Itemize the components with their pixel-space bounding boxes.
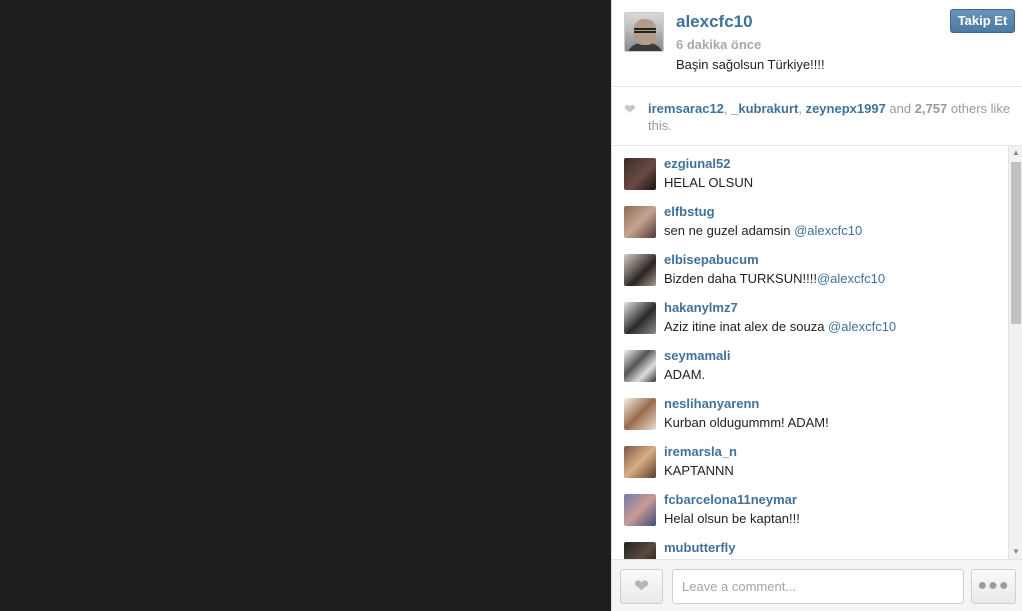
- comment-body: sen ne guzel adamsin: [664, 223, 795, 238]
- commenter-username-link[interactable]: ezgiunal52: [664, 156, 730, 171]
- comment-body: Helal olsun be kaptan!!!: [664, 511, 800, 526]
- comment-text: HELAL OLSUN: [664, 175, 757, 190]
- photo-media-area[interactable]: [0, 0, 611, 611]
- commenter-avatar[interactable]: [624, 494, 656, 526]
- commenter-username-link[interactable]: seymamali: [664, 348, 731, 363]
- likes-text: iremsarac12, _kubrakurt, zeynepx1997 and…: [648, 100, 1013, 134]
- comment-text: ADAM.: [664, 367, 705, 382]
- commenter-avatar[interactable]: [624, 158, 656, 190]
- commenter-username-link[interactable]: iremarsla_n: [664, 444, 737, 459]
- commenter-username-link[interactable]: mubutterfly: [664, 540, 736, 555]
- comment-item: mubutterfly: [624, 530, 1004, 559]
- comment-body: Bizden daha TURKSUN!!!!: [664, 271, 817, 286]
- comment-text: Helal olsun be kaptan!!!: [664, 511, 800, 526]
- arrow-up-icon[interactable]: ▲: [1009, 146, 1022, 160]
- comment-body: Aziz itine inat alex de souza: [664, 319, 829, 334]
- commenter-username-link[interactable]: hakanylmz7: [664, 300, 738, 315]
- avatar-glasses: [634, 28, 656, 33]
- comments-scrollbar[interactable]: ▲ ▼: [1008, 146, 1022, 559]
- follow-button[interactable]: Takip Et: [950, 9, 1015, 33]
- post-header: alexcfc10 6 dakika önce Başin sağolsun T…: [612, 0, 1022, 87]
- comment-text: sen ne guzel adamsin @alexcfc10: [664, 223, 862, 238]
- comment-item: iremarsla_n KAPTANNN: [624, 434, 1004, 482]
- heart-icon: ❤: [633, 576, 650, 596]
- comment-item: elbisepabucum Bizden daha TURKSUN!!!!@al…: [624, 242, 1004, 290]
- scrollbar-thumb[interactable]: [1011, 162, 1021, 324]
- comment-item: hakanylmz7 Aziz itine inat alex de souza…: [624, 290, 1004, 338]
- comment-text: Aziz itine inat alex de souza @alexcfc10: [664, 319, 896, 334]
- commenter-username-link[interactable]: neslihanyarenn: [664, 396, 759, 411]
- comment-item: fcbarcelona11neymar Helal olsun be kapta…: [624, 482, 1004, 530]
- commenter-username-link[interactable]: elbisepabucum: [664, 252, 759, 267]
- comment-text: Bizden daha TURKSUN!!!!@alexcfc10: [664, 271, 885, 286]
- comment-item: elfbstug sen ne guzel adamsin @alexcfc10: [624, 194, 1004, 242]
- more-options-button[interactable]: ●●●: [971, 569, 1016, 604]
- commenter-username-link[interactable]: elfbstug: [664, 204, 715, 219]
- heart-icon: ❤: [624, 101, 636, 117]
- comment-body: HELAL OLSUN: [664, 175, 757, 190]
- like-button[interactable]: ❤: [620, 569, 663, 604]
- owner-avatar[interactable]: [624, 12, 664, 52]
- comment-mention-link[interactable]: @alexcfc10: [817, 271, 885, 286]
- likes-count[interactable]: 2,757: [915, 101, 948, 116]
- post-timestamp[interactable]: 6 dakika önce: [676, 37, 761, 52]
- post-caption: Başin sağolsun Türkiye!!!!: [676, 57, 829, 72]
- comment-text: KAPTANNN: [664, 463, 734, 478]
- likes-summary: ❤ iremsarac12, _kubrakurt, zeynepx1997 a…: [612, 88, 1022, 146]
- comments-list: ezgiunal52 HELAL OLSUN elfbstug sen ne g…: [612, 146, 1022, 559]
- likes-separator: ,: [798, 101, 806, 116]
- comment-footer: ❤ ●●●: [612, 559, 1022, 611]
- comment-item: ezgiunal52 HELAL OLSUN: [624, 146, 1004, 194]
- commenter-avatar[interactable]: [624, 446, 656, 478]
- commenter-avatar[interactable]: [624, 542, 656, 559]
- comment-item: neslihanyarenn Kurban oldugummm! ADAM!: [624, 386, 1004, 434]
- arrow-down-icon[interactable]: ▼: [1009, 545, 1022, 559]
- commenter-username-link[interactable]: fcbarcelona11neymar: [664, 492, 797, 507]
- post-detail-panel: alexcfc10 6 dakika önce Başin sağolsun T…: [611, 0, 1022, 611]
- comment-body: ADAM.: [664, 367, 706, 382]
- comment-body: KAPTANNN: [664, 463, 734, 478]
- liker-link[interactable]: iremsarac12: [648, 101, 724, 116]
- commenter-avatar[interactable]: [624, 398, 656, 430]
- commenter-avatar[interactable]: [624, 254, 656, 286]
- ellipsis-icon: ●●●: [977, 577, 1010, 594]
- comment-body: Kurban oldugummm! ADAM!: [664, 415, 829, 430]
- commenter-avatar[interactable]: [624, 302, 656, 334]
- commenter-avatar[interactable]: [624, 350, 656, 382]
- owner-username-link[interactable]: alexcfc10: [676, 12, 753, 32]
- comment-mention-link[interactable]: @alexcfc10: [794, 223, 862, 238]
- comment-text: Kurban oldugummm! ADAM!: [664, 415, 829, 430]
- liker-link[interactable]: zeynepx1997: [806, 101, 886, 116]
- likes-and: and: [885, 101, 915, 116]
- comment-mention-link[interactable]: @alexcfc10: [828, 319, 896, 334]
- commenter-avatar[interactable]: [624, 206, 656, 238]
- liker-link[interactable]: _kubrakurt: [731, 101, 798, 116]
- comment-item: seymamali ADAM.: [624, 338, 1004, 386]
- comment-input[interactable]: [672, 569, 964, 604]
